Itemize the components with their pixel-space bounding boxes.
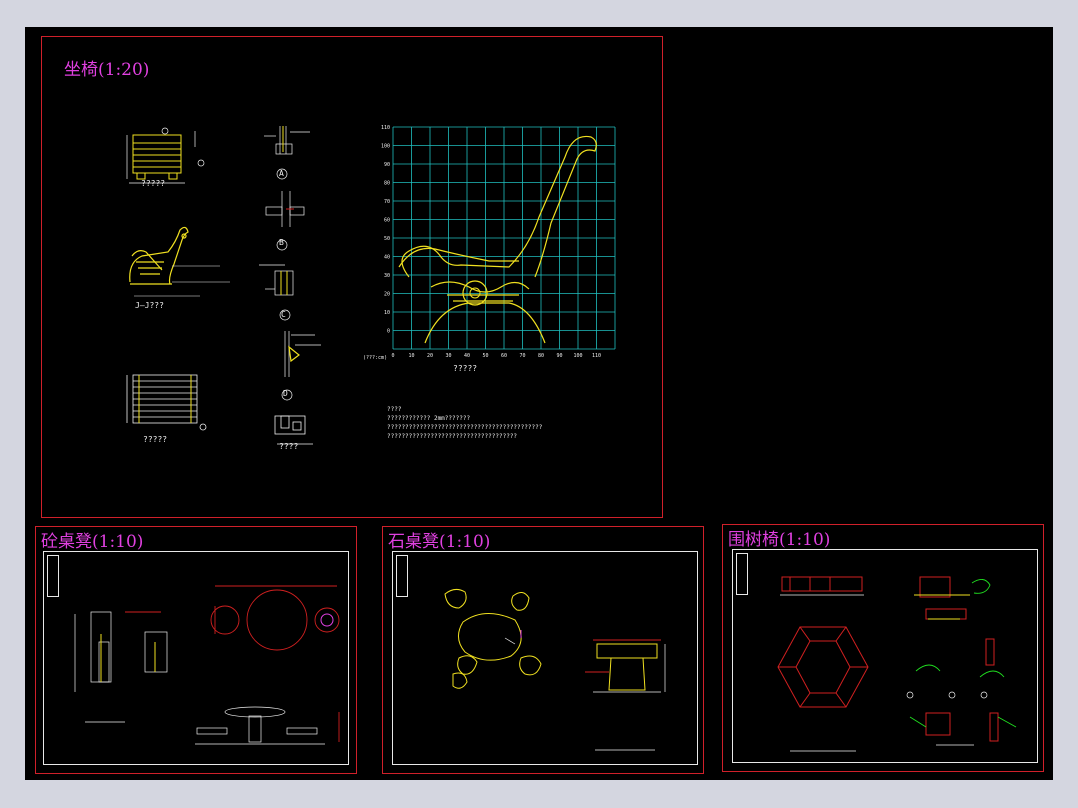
marker-b: B — [279, 238, 284, 247]
note-line-4: ???????????????????????????????????? — [387, 433, 518, 440]
bench-side-view — [129, 226, 230, 297]
y-tick-label: 60 — [384, 218, 390, 224]
x-tick-label: 50 — [482, 353, 488, 359]
title-strip-stone — [396, 555, 408, 597]
y-tick-label: 40 — [384, 255, 390, 261]
note-line-3: ????????????????????????????????????????… — [387, 424, 543, 431]
x-tick-label: 100 — [573, 353, 582, 359]
x-tick-label: 60 — [501, 353, 507, 359]
tree-bench-drawing — [777, 576, 1017, 752]
detail-b — [265, 191, 305, 251]
y-tick-label: 50 — [384, 236, 390, 242]
note-line-1: ???? — [387, 406, 402, 413]
concrete-table-drawing — [74, 585, 340, 745]
x-tick-label: 110 — [592, 353, 601, 359]
stone-table-drawing — [444, 588, 666, 751]
y-tick-label: 110 — [381, 125, 390, 131]
bench-profile-stroke — [401, 135, 597, 278]
x-tick-label: 30 — [445, 353, 451, 359]
bench-profile-grid: 0 10 20 30 40 50 60 70 80 90 100 110110100908070605… — [381, 125, 616, 359]
y-tick-label: 80 — [384, 181, 390, 187]
bench-front-view — [126, 127, 205, 184]
x-tick-label: 90 — [556, 353, 562, 359]
bench-profile-stroke — [424, 302, 546, 344]
caption-detail-e: ???? — [279, 442, 299, 451]
cad-drawing-canvas[interactable]: 坐椅(1:20) ????? J—J??? ????? A B C D ????… — [25, 27, 1053, 780]
y-tick-label: 90 — [384, 162, 390, 168]
bench-profile-stroke — [447, 294, 519, 302]
caption-front-view: ????? — [141, 179, 166, 188]
marker-d: D — [283, 389, 288, 398]
caption-side-view: J—J??? — [135, 301, 164, 310]
title-strip-tree — [736, 553, 748, 595]
title-strip-concrete — [47, 555, 59, 597]
sheet-title-bench: 坐椅(1:20) — [64, 60, 150, 80]
y-tick-label: 0 — [387, 329, 390, 335]
detail-a — [264, 126, 310, 180]
sheet-title-concrete: 砼桌凳(1:10) — [41, 532, 144, 552]
note-line-2: ???????????? 2mm??????? — [387, 415, 471, 422]
marker-c: C — [281, 310, 286, 319]
y-tick-label: 10 — [384, 310, 390, 316]
bench-profile-stroke — [398, 247, 519, 268]
x-tick-label: 20 — [427, 353, 433, 359]
caption-top-view: ????? — [143, 435, 168, 444]
grid-unit-label: (???:cm) — [363, 355, 388, 361]
caption-grid-view: ????? — [453, 364, 478, 373]
x-tick-label: 70 — [519, 353, 525, 359]
x-tick-label: 80 — [538, 353, 544, 359]
detail-c — [259, 264, 294, 321]
marker-a: A — [279, 169, 284, 178]
y-tick-label: 20 — [384, 292, 390, 298]
sheet-title-tree: 围树椅(1:10) — [728, 530, 831, 550]
y-tick-label: 30 — [384, 273, 390, 279]
x-tick-label: 0 — [391, 353, 394, 359]
x-tick-label: 10 — [408, 353, 414, 359]
bench-profile-stroke — [430, 281, 530, 293]
x-tick-label: 40 — [464, 353, 470, 359]
y-tick-label: 100 — [381, 144, 390, 150]
sheet-title-stone: 石桌凳(1:10) — [388, 532, 491, 552]
bench-top-view — [126, 374, 207, 431]
y-tick-label: 70 — [384, 199, 390, 205]
